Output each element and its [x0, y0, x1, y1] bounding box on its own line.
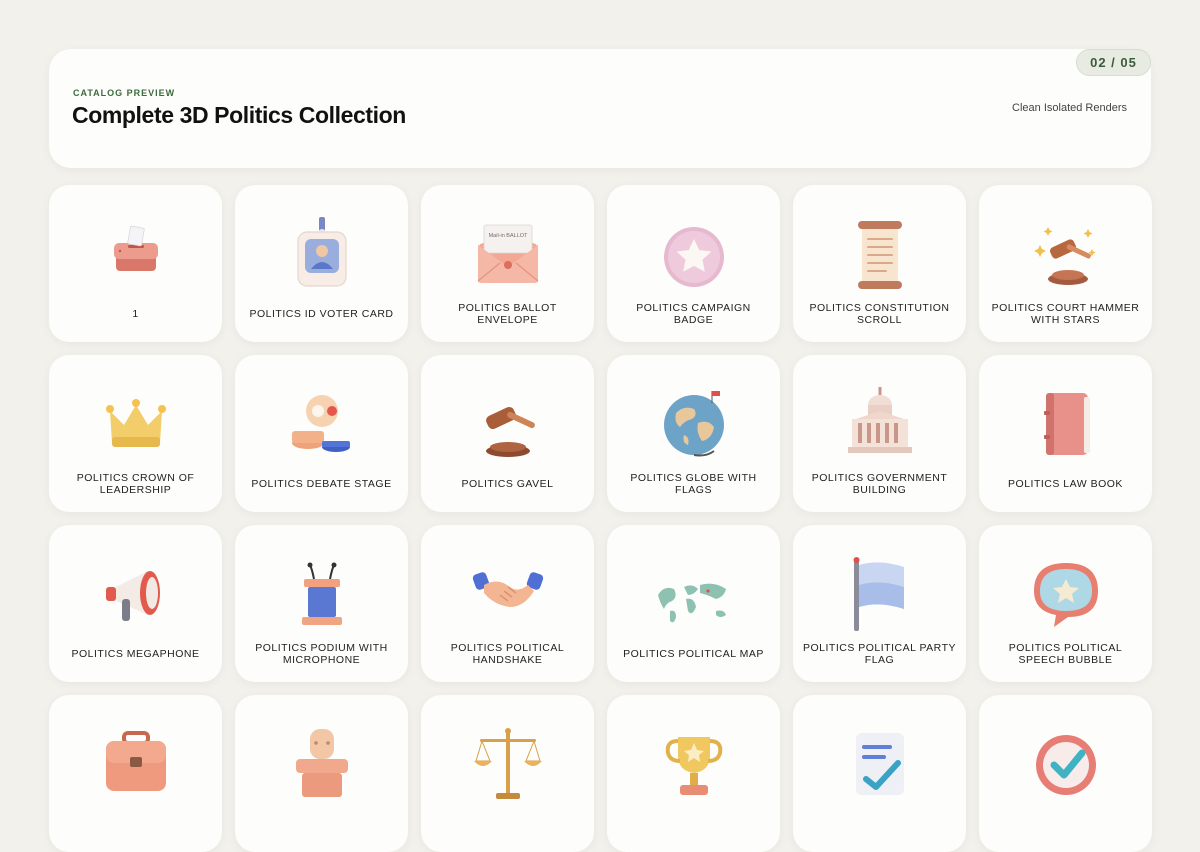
icon-card-trophy[interactable] [607, 695, 780, 852]
page-title: Complete 3D Politics Collection [72, 102, 406, 128]
card-label [429, 805, 586, 843]
icon-card-briefcase[interactable] [49, 695, 222, 852]
card-label: POLITICS PODIUM WITH MICROPHONE [255, 642, 388, 666]
icon-card-speech-bubble[interactable]: POLITICS POLITICAL SPEECH BUBBLE [979, 525, 1152, 682]
icon-card-megaphone[interactable]: POLITICS MEGAPHONE [49, 525, 222, 682]
icon-card-checklist[interactable] [793, 695, 966, 852]
globe-flags-icon [654, 385, 734, 465]
icon-card-ballot-envelope[interactable]: Mail-in BALLOT POLITICS BALLOT ENVELOPE [421, 185, 594, 342]
chair-desk-icon [282, 725, 362, 805]
catalog-subtitle: Clean Isolated Renders [1012, 102, 1127, 114]
icon-card-chair-desk[interactable] [235, 695, 408, 852]
icon-card-podium[interactable]: POLITICS PODIUM WITH MICROPHONE [235, 525, 408, 682]
briefcase-icon [96, 725, 176, 805]
card-label [243, 805, 400, 843]
catalog-eyebrow: CATALOG PREVIEW [73, 88, 176, 98]
checklist-icon [840, 725, 920, 805]
icon-card-ballot-box[interactable]: 1 [49, 185, 222, 342]
law-book-icon [1026, 385, 1106, 465]
constitution-scroll-icon [840, 215, 920, 295]
card-label [57, 805, 214, 843]
icon-card-crown[interactable]: POLITICS CROWN OF LEADERSHIP [49, 355, 222, 512]
podium-microphone-icon [282, 555, 362, 635]
icon-card-checkmark-badge[interactable] [979, 695, 1152, 852]
campaign-badge-icon [654, 215, 734, 295]
government-building-icon [840, 385, 920, 465]
card-label: POLITICS POLITICAL SPEECH BUBBLE [1008, 642, 1123, 666]
card-label: POLITICS ID VOTER CARD [249, 308, 394, 320]
card-label [615, 805, 772, 843]
card-label: POLITICS POLITICAL HANDSHAKE [450, 642, 565, 666]
card-label [987, 805, 1144, 843]
card-label: POLITICS MEGAPHONE [71, 648, 200, 660]
court-hammer-stars-icon [1026, 215, 1106, 295]
card-label [801, 805, 958, 843]
icon-card-voter-id[interactable]: POLITICS ID VOTER CARD [235, 185, 408, 342]
gavel-icon [468, 385, 548, 465]
card-label: POLITICS COURT HAMMER WITH STARS [991, 302, 1140, 326]
card-label: POLITICS LAW BOOK [1008, 478, 1123, 490]
icon-card-debate-stage[interactable]: POLITICS DEBATE STAGE [235, 355, 408, 512]
icon-card-handshake[interactable]: POLITICS POLITICAL HANDSHAKE [421, 525, 594, 682]
world-map-icon [654, 555, 734, 635]
card-label: POLITICS POLITICAL MAP [623, 648, 764, 660]
icon-card-court-hammer[interactable]: POLITICS COURT HAMMER WITH STARS [979, 185, 1152, 342]
icon-card-globe[interactable]: POLITICS GLOBE WITH FLAGS [607, 355, 780, 512]
party-flag-icon [840, 555, 920, 635]
icon-card-government-building[interactable]: POLITICS GOVERNMENT BUILDING [793, 355, 966, 512]
speech-bubble-icon [1026, 555, 1106, 635]
card-label: POLITICS GAVEL [461, 478, 554, 490]
card-label: POLITICS GOVERNMENT BUILDING [811, 472, 948, 496]
icon-card-law-book[interactable]: POLITICS LAW BOOK [979, 355, 1152, 512]
icon-card-gavel[interactable]: POLITICS GAVEL [421, 355, 594, 512]
justice-scales-icon [468, 725, 548, 805]
icon-card-party-flag[interactable]: POLITICS POLITICAL PARTY FLAG [793, 525, 966, 682]
icon-card-scales[interactable] [421, 695, 594, 852]
card-label: POLITICS BALLOT ENVELOPE [458, 302, 557, 326]
icon-card-campaign-badge[interactable]: POLITICS CAMPAIGN BADGE [607, 185, 780, 342]
voter-id-card-icon [282, 215, 362, 295]
catalog-header: CATALOG PREVIEW Complete 3D Politics Col… [49, 49, 1151, 168]
debate-stage-icon [282, 385, 362, 465]
card-label: POLITICS POLITICAL PARTY FLAG [802, 642, 956, 666]
card-label: POLITICS CROWN OF LEADERSHIP [76, 472, 195, 496]
card-label: 1 [132, 308, 139, 320]
card-label: POLITICS CONSTITUTION SCROLL [809, 302, 950, 326]
ballot-envelope-icon: Mail-in BALLOT [468, 215, 548, 295]
crown-icon [96, 385, 176, 465]
card-label: POLITICS CAMPAIGN BADGE [636, 302, 751, 326]
trophy-icon [654, 725, 734, 805]
page-indicator: 02 / 05 [1076, 49, 1151, 76]
handshake-icon [468, 555, 548, 635]
card-label: POLITICS GLOBE WITH FLAGS [630, 472, 757, 496]
checkmark-badge-icon [1026, 725, 1106, 805]
ballot-box-icon [96, 215, 176, 295]
icon-card-constitution-scroll[interactable]: POLITICS CONSTITUTION SCROLL [793, 185, 966, 342]
card-label: POLITICS DEBATE STAGE [251, 478, 392, 490]
envelope-text: Mail-in BALLOT [488, 233, 527, 239]
icon-card-world-map[interactable]: POLITICS POLITICAL MAP [607, 525, 780, 682]
megaphone-icon [96, 555, 176, 635]
